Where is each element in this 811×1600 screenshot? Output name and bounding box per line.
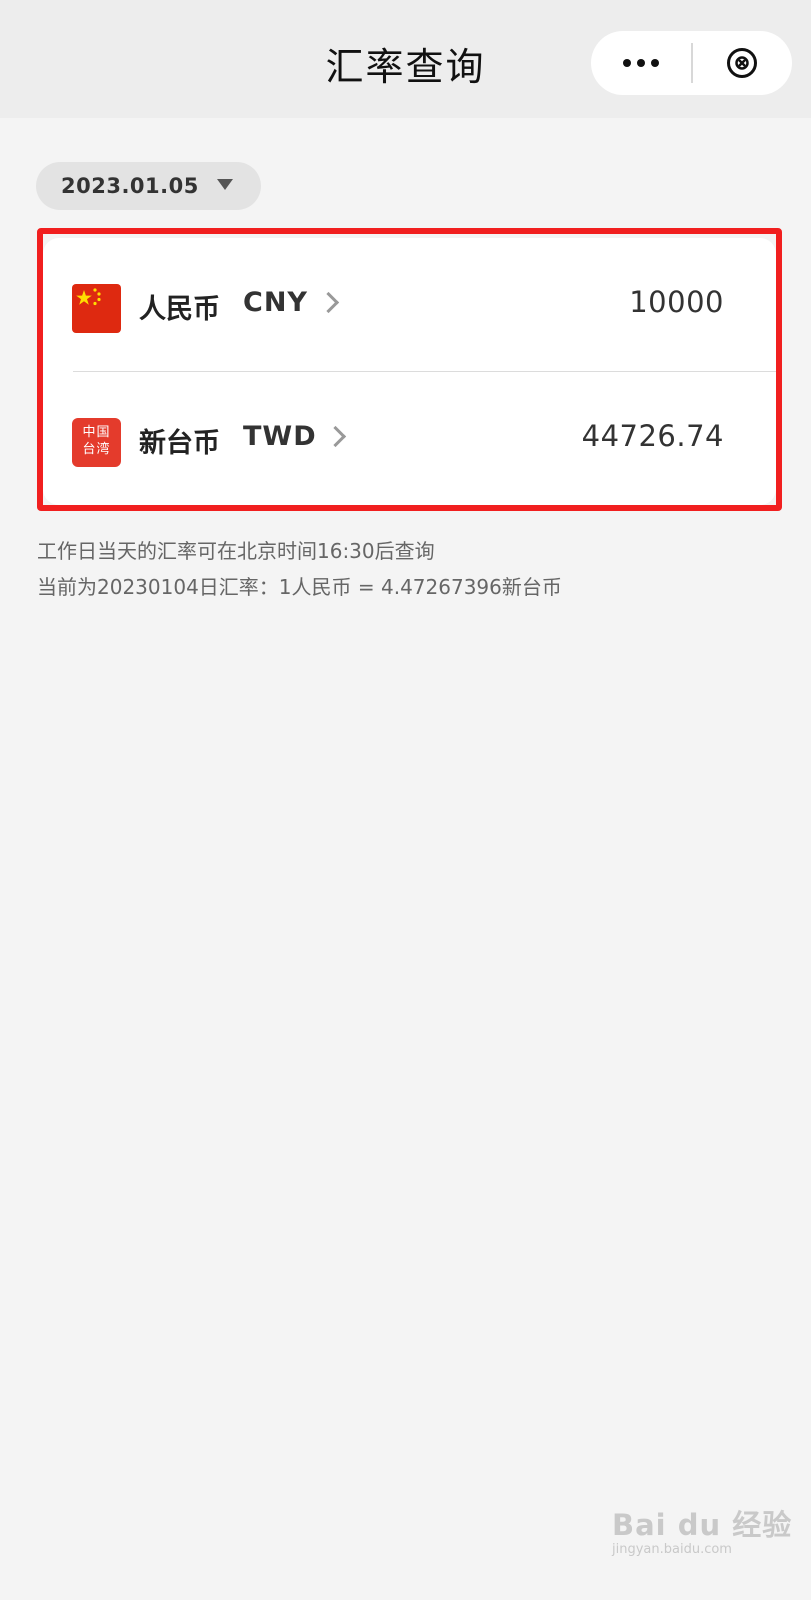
highlight-frame (37, 228, 782, 511)
more-button[interactable] (591, 31, 691, 95)
dropdown-triangle-icon (216, 178, 233, 190)
watermark-text: Bai du 经验 (612, 1508, 793, 1542)
current-rate-note: 当前为20230104日汇率：1人民币 = 4.47267396新台币 (37, 575, 562, 599)
close-button[interactable] (692, 31, 792, 95)
more-dots-icon (623, 59, 631, 67)
watermark-subtext: jingyan.baidu.com (612, 1542, 732, 1557)
navbar: 汇率查询 (0, 0, 811, 118)
date-value: 2023.01.05 (61, 174, 199, 198)
rate-update-note: 工作日当天的汇率可在北京时间16:30后查询 (37, 539, 435, 563)
close-circle-icon (727, 48, 757, 78)
watermark: Bai du 经验 jingyan.baidu.com (612, 1488, 791, 1568)
mini-program-capsule (591, 31, 792, 95)
date-selector[interactable]: 2023.01.05 (36, 162, 261, 210)
